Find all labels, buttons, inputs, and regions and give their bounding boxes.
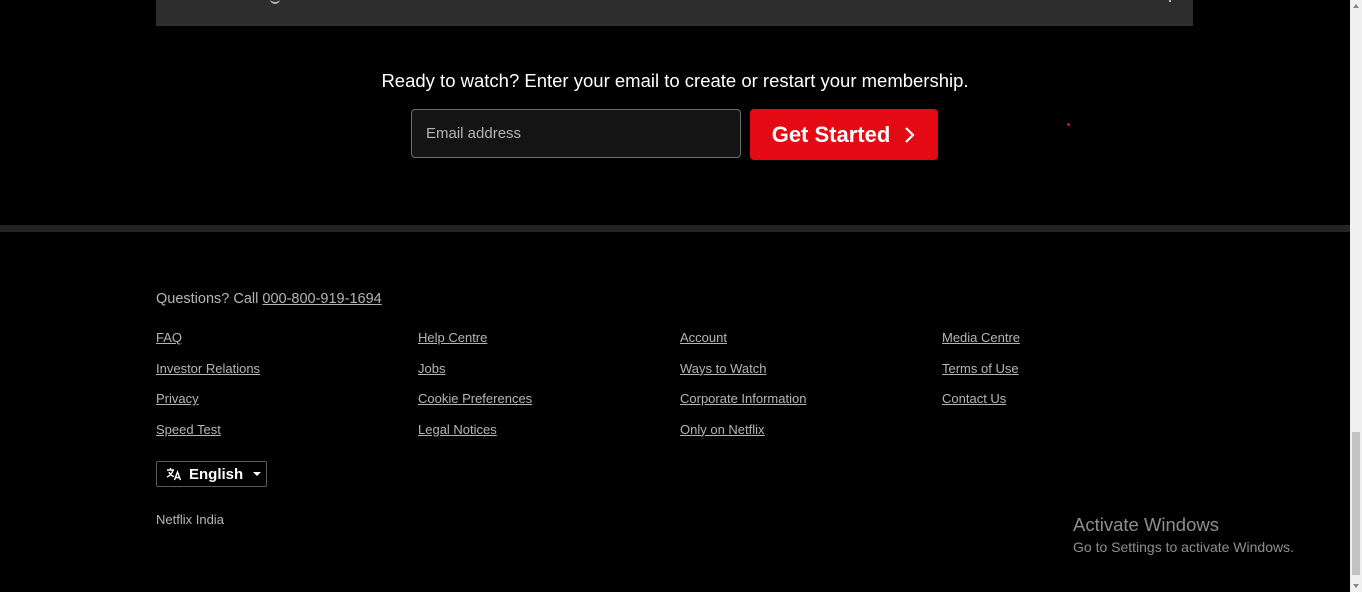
footer-column-1: FAQ Investor Relations Privacy Speed Tes… bbox=[156, 330, 260, 452]
footer-link-ways-to-watch[interactable]: Ways to Watch bbox=[680, 361, 806, 392]
cta-text: Ready to watch? Enter your email to crea… bbox=[381, 70, 969, 91]
language-select[interactable]: English bbox=[156, 461, 267, 487]
activate-windows-title: Activate Windows bbox=[1073, 514, 1219, 535]
vertical-scrollbar[interactable] bbox=[1350, 0, 1362, 592]
language-label: English bbox=[189, 465, 244, 483]
footer-link-media-centre[interactable]: Media Centre bbox=[942, 330, 1020, 361]
translate-icon bbox=[166, 468, 182, 481]
footer-link-help-centre[interactable]: Help Centre bbox=[418, 330, 532, 361]
plus-icon bbox=[1169, 0, 1171, 2]
activate-windows-watermark: Activate Windows Go to Settings to activ… bbox=[1073, 514, 1294, 555]
scroll-up-icon[interactable] bbox=[1353, 4, 1359, 8]
footer-column-4: Media Centre Terms of Use Contact Us bbox=[942, 330, 1020, 422]
footer-column-2: Help Centre Jobs Cookie Preferences Lega… bbox=[418, 330, 532, 452]
email-input[interactable] bbox=[412, 110, 740, 157]
footer-link-jobs[interactable]: Jobs bbox=[418, 361, 532, 392]
page: Ready to watch? Enter your email to crea… bbox=[0, 0, 1362, 592]
footer-link-investor-relations[interactable]: Investor Relations bbox=[156, 361, 260, 392]
get-started-label: Get Started bbox=[771, 121, 891, 147]
footer-link-terms-of-use[interactable]: Terms of Use bbox=[942, 361, 1020, 392]
email-field[interactable] bbox=[411, 109, 741, 158]
faq-item-remnant[interactable] bbox=[156, 0, 1193, 26]
section-divider bbox=[0, 225, 1350, 232]
activate-windows-subtitle: Go to Settings to activate Windows. bbox=[1073, 539, 1294, 555]
footer-link-cookie-preferences[interactable]: Cookie Preferences bbox=[418, 391, 532, 422]
scroll-down-icon[interactable] bbox=[1353, 584, 1359, 588]
scrollbar-thumb[interactable] bbox=[1352, 432, 1360, 575]
footer-link-account[interactable]: Account bbox=[680, 330, 806, 361]
phone-link[interactable]: 000-800-919-1694 bbox=[262, 291, 381, 307]
footer-link-contact-us[interactable]: Contact Us bbox=[942, 391, 1020, 422]
footer-link-faq[interactable]: FAQ bbox=[156, 330, 260, 361]
get-started-button[interactable]: Get Started bbox=[750, 109, 938, 160]
footer-link-legal-notices[interactable]: Legal Notices bbox=[418, 422, 532, 453]
footer-link-speed-test[interactable]: Speed Test bbox=[156, 422, 260, 453]
footer-column-3: Account Ways to Watch Corporate Informat… bbox=[680, 330, 806, 452]
questions-line: Questions? Call 000-800-919-1694 bbox=[156, 291, 382, 307]
country-label: Netflix India bbox=[156, 512, 224, 527]
chevron-right-icon bbox=[905, 126, 915, 143]
cursor-dot bbox=[1067, 123, 1070, 126]
footer-link-only-on-netflix[interactable]: Only on Netflix bbox=[680, 422, 806, 453]
footer-link-privacy[interactable]: Privacy bbox=[156, 391, 260, 422]
caret-down-icon bbox=[253, 472, 262, 476]
text-fragment bbox=[270, 0, 280, 4]
footer-link-corporate-information[interactable]: Corporate Information bbox=[680, 391, 806, 422]
questions-text: Questions? Call bbox=[156, 291, 263, 307]
